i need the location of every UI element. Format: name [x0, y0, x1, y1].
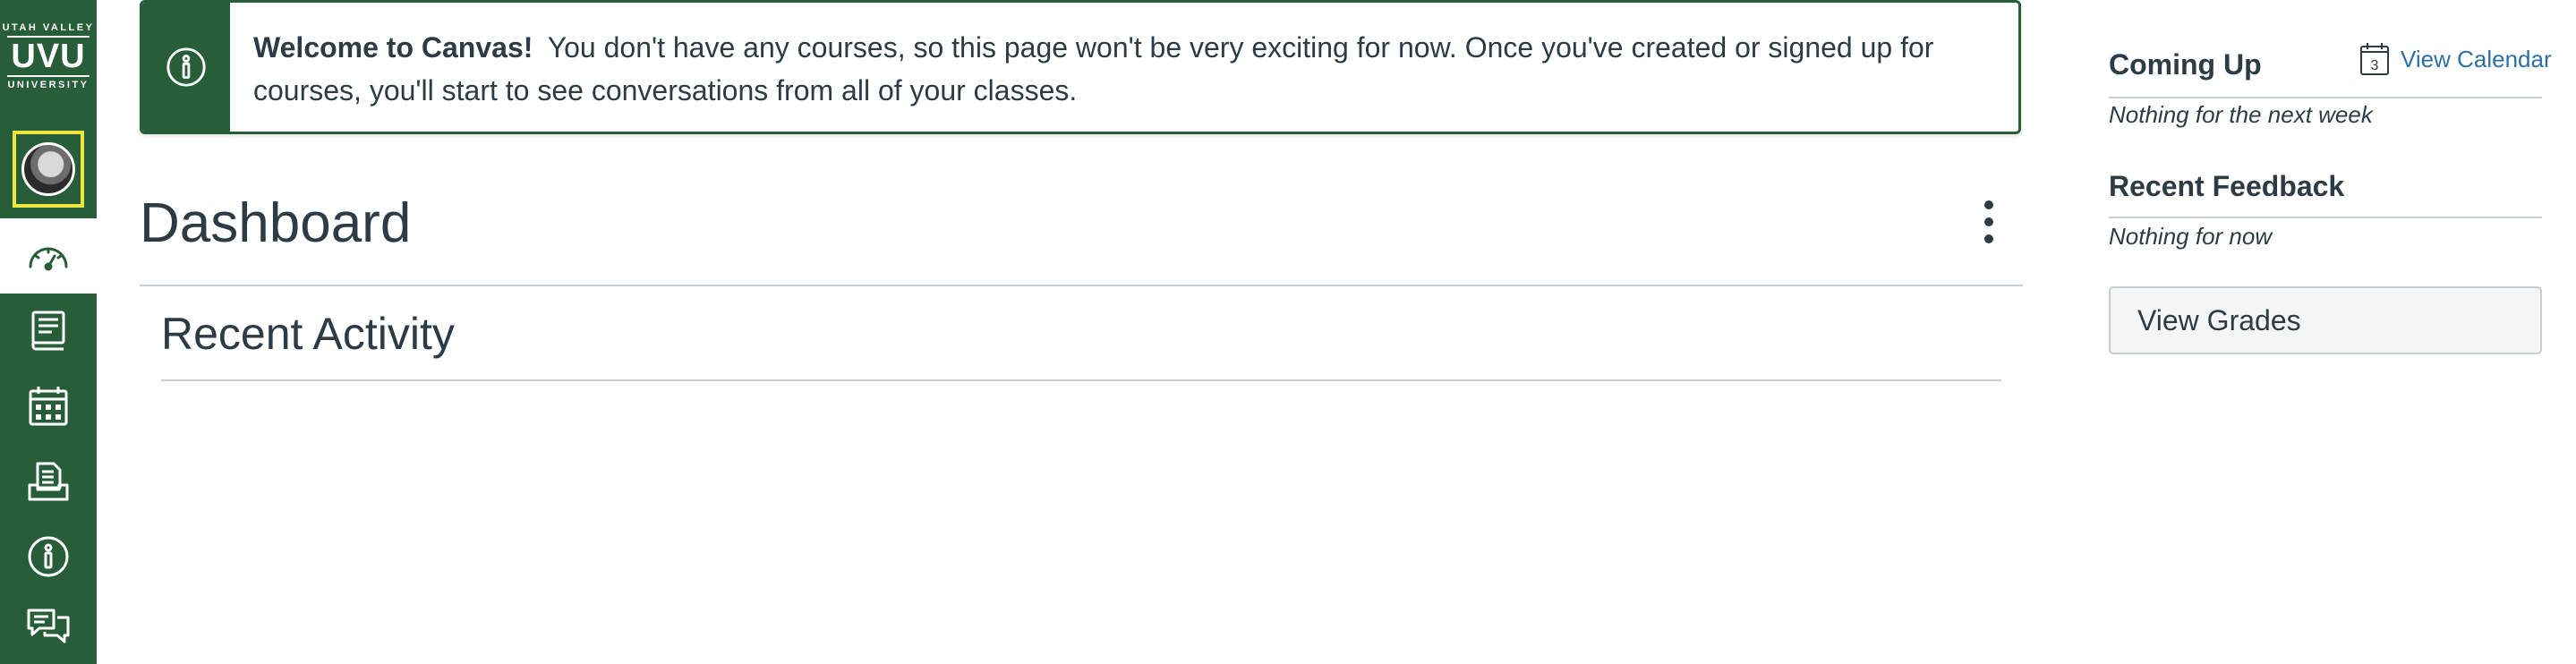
nav-item-courses[interactable]: [0, 294, 97, 369]
divider: [2109, 217, 2542, 218]
alert-icon-column: [142, 3, 230, 132]
kebab-menu-icon: [1984, 200, 1993, 209]
recent-feedback-empty-text: Nothing for now: [2109, 223, 2273, 250]
dashboard-options-button[interactable]: [1969, 193, 2009, 251]
speedometer-icon: [29, 247, 68, 271]
coming-up-empty-text: Nothing for the next week: [2109, 101, 2373, 128]
nav-item-inbox[interactable]: [0, 444, 97, 519]
info-icon: [166, 47, 206, 87]
view-grades-button[interactable]: View Grades: [2109, 286, 2542, 354]
nav-item-calendar[interactable]: [0, 369, 97, 444]
nav-item-help[interactable]: [0, 519, 97, 594]
chat-bubbles-icon: [27, 609, 70, 643]
recent-activity-heading: Recent Activity: [161, 309, 455, 359]
nav-item-commons[interactable]: [0, 589, 97, 664]
alert-message: Welcome to Canvas! You don't have any co…: [230, 3, 2018, 132]
info-icon: [28, 536, 69, 577]
divider: [2109, 97, 2542, 98]
global-nav: UTAH VALLEY UVU UNIVERSITY: [0, 0, 97, 664]
calendar-day-number: 3: [2371, 58, 2379, 73]
nav-item-dashboard[interactable]: [0, 218, 97, 294]
view-calendar-label: View Calendar: [2401, 45, 2552, 72]
coming-up-heading: Coming Up: [2109, 48, 2262, 81]
logo-main-text: UVU: [7, 36, 90, 77]
welcome-alert: Welcome to Canvas! You don't have any co…: [140, 0, 2021, 134]
inbox-icon: [28, 462, 69, 501]
calendar-day-icon: 3: [2360, 43, 2389, 75]
divider: [161, 379, 2001, 381]
recent-feedback-heading: Recent Feedback: [2109, 170, 2345, 202]
avatar: [21, 142, 75, 196]
divider: [140, 285, 2023, 286]
logo-top-text: UTAH VALLEY: [2, 22, 95, 33]
alert-title: Welcome to Canvas!: [253, 31, 533, 64]
book-icon: [31, 311, 65, 351]
calendar-icon: [29, 387, 68, 426]
view-calendar-link[interactable]: 3 View Calendar: [2359, 41, 2552, 77]
logo-bottom-text: UNIVERSITY: [7, 80, 90, 90]
page-title: Dashboard: [140, 192, 412, 254]
nav-item-account[interactable]: [13, 131, 84, 208]
uvu-logo[interactable]: UTAH VALLEY UVU UNIVERSITY: [0, 0, 97, 113]
